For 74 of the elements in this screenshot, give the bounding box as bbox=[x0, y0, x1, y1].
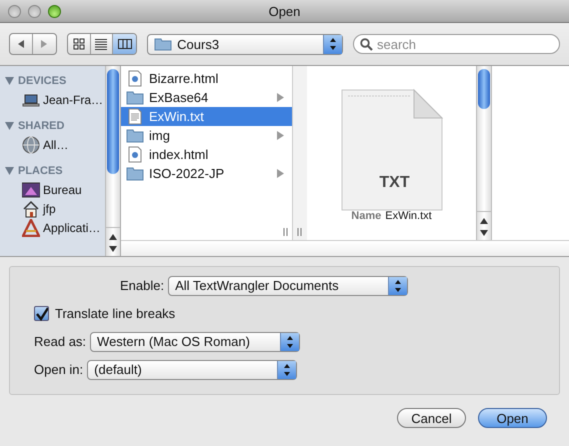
forward-arrow-icon bbox=[39, 39, 50, 49]
applications-icon bbox=[22, 218, 40, 236]
resize-grip-icon[interactable] bbox=[283, 228, 288, 236]
read-as-popup[interactable]: Western (Mac OS Roman) bbox=[90, 332, 300, 352]
horizontal-scrollbar[interactable] bbox=[121, 240, 569, 256]
sidebar-section-title: SHARED bbox=[18, 120, 64, 132]
sidebar-item[interactable]: All… bbox=[0, 135, 105, 154]
scrollbar[interactable] bbox=[105, 66, 120, 256]
columns-icon bbox=[118, 38, 132, 50]
name-label: Name bbox=[351, 210, 382, 222]
text-document-icon bbox=[340, 88, 444, 212]
enable-label: Enable: bbox=[120, 278, 164, 293]
globe-icon bbox=[22, 136, 40, 154]
stepper-arrows-icon bbox=[283, 362, 292, 376]
scroll-down-icon[interactable] bbox=[480, 230, 488, 236]
folder-icon bbox=[154, 37, 172, 51]
house-icon bbox=[22, 200, 40, 218]
minimize-button[interactable] bbox=[28, 4, 41, 18]
search-icon bbox=[360, 38, 374, 51]
secondary-button[interactable]: Cancel bbox=[397, 408, 466, 428]
window-title: Open bbox=[268, 4, 300, 18]
scroll-up-icon[interactable] bbox=[109, 234, 117, 240]
list-icon bbox=[95, 38, 108, 50]
scroll-thumb[interactable] bbox=[107, 69, 119, 174]
scroll-down-icon[interactable] bbox=[109, 246, 117, 252]
file-row[interactable]: ExBase64 bbox=[121, 88, 292, 107]
stepper-arrows-icon bbox=[286, 334, 294, 348]
file-row[interactable]: img bbox=[121, 126, 292, 145]
sidebar-item[interactable]: Jean-Fra… bbox=[0, 90, 105, 109]
html-file-icon bbox=[126, 70, 144, 87]
file-name: ExWin.txt bbox=[385, 210, 432, 222]
grid-icon bbox=[72, 38, 85, 50]
file-row[interactable]: index.html bbox=[121, 145, 292, 164]
scroll-up-icon[interactable] bbox=[480, 218, 488, 224]
open-in-label: Open in: bbox=[34, 362, 84, 377]
file-row[interactable]: Bizarre.html bbox=[121, 69, 292, 88]
checkbox-label: Translate line breaks bbox=[55, 306, 176, 321]
desktop-icon bbox=[22, 182, 40, 198]
scrollbar[interactable] bbox=[476, 66, 492, 240]
close-button[interactable] bbox=[8, 4, 21, 18]
enable-popup[interactable]: All TextWrangler Documents bbox=[168, 276, 408, 296]
folder-icon bbox=[126, 90, 144, 105]
folder-icon bbox=[126, 166, 144, 181]
text-file-icon bbox=[126, 108, 144, 125]
laptop-icon bbox=[22, 92, 40, 108]
scroll-thumb[interactable] bbox=[478, 69, 490, 109]
disclosure-triangle-icon[interactable] bbox=[5, 122, 14, 130]
checkbox[interactable] bbox=[34, 306, 49, 321]
disclosure-arrow-icon bbox=[277, 93, 284, 102]
file-row[interactable]: ISO-2022-JP bbox=[121, 164, 292, 183]
folder-icon bbox=[126, 128, 144, 143]
zoom-button[interactable] bbox=[48, 4, 61, 18]
open-in-popup[interactable]: (default) bbox=[87, 360, 298, 380]
sidebar-item[interactable]: jfp bbox=[0, 199, 105, 218]
search-field[interactable]: search bbox=[353, 34, 560, 54]
column-view-button[interactable] bbox=[113, 34, 136, 54]
sidebar-section-title: PLACES bbox=[18, 164, 63, 176]
disclosure-arrow-icon bbox=[277, 131, 284, 140]
read-as-label: Read as: bbox=[34, 334, 86, 349]
location-popup[interactable]: Cours3 bbox=[147, 34, 344, 54]
stepper-arrows-icon bbox=[329, 37, 338, 51]
back-arrow-icon bbox=[16, 39, 26, 49]
sidebar-section-title: DEVICES bbox=[18, 74, 66, 86]
html-file-icon bbox=[126, 146, 144, 163]
file-row[interactable]: ExWin.txt bbox=[121, 107, 292, 126]
file-type-label: TXT bbox=[379, 174, 410, 192]
disclosure-triangle-icon[interactable] bbox=[5, 166, 14, 174]
sidebar-item[interactable]: Applicati… bbox=[0, 218, 105, 237]
disclosure-triangle-icon[interactable] bbox=[5, 76, 14, 84]
resize-grip-icon[interactable] bbox=[297, 228, 302, 236]
primary-button[interactable]: Open bbox=[478, 408, 547, 428]
disclosure-arrow-icon bbox=[277, 169, 284, 178]
sidebar-item[interactable]: Bureau bbox=[0, 180, 105, 199]
stepper-arrows-icon bbox=[394, 278, 402, 292]
